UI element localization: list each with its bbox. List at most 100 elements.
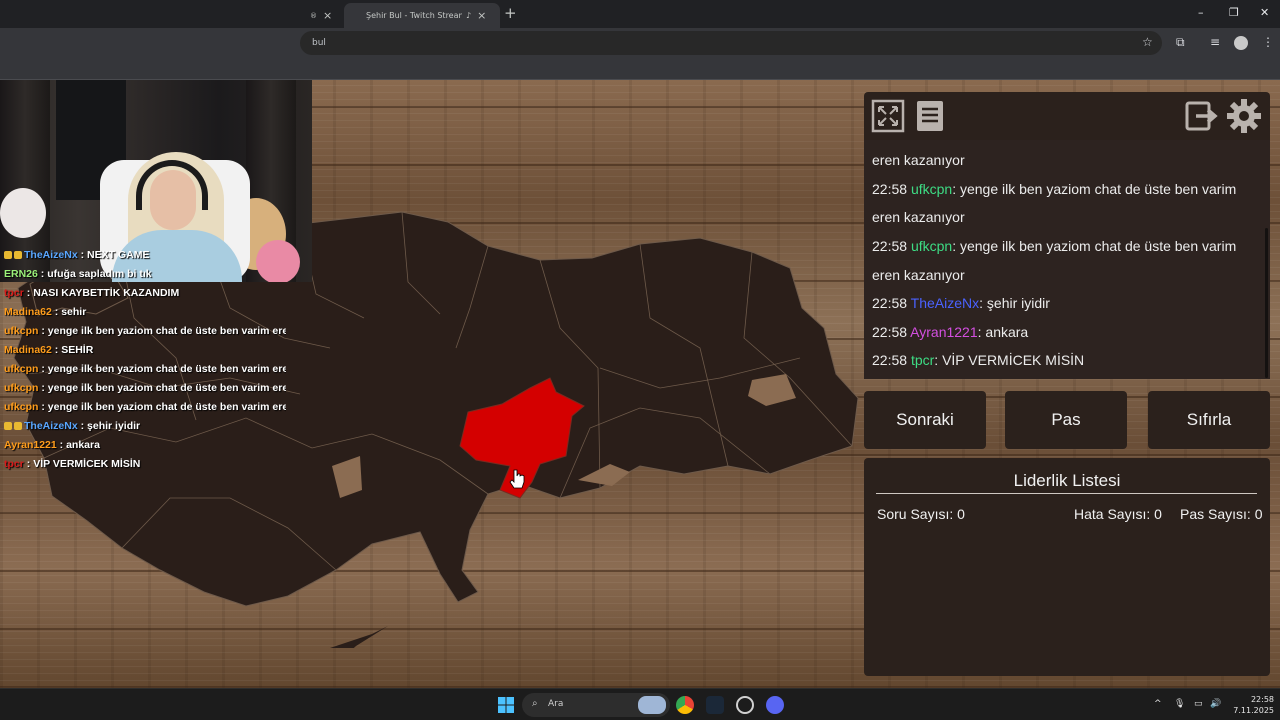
plush-bunny [0, 188, 46, 238]
chat-message-list: eren kazanıyor 22:58 ufkcpn: yenge ilk be… [872, 146, 1252, 375]
chat-time: 22:58 [872, 238, 911, 255]
logout-icon[interactable] [1184, 98, 1220, 134]
chat-separator: : [952, 238, 960, 255]
overlay-chat-separator: : [51, 306, 62, 318]
overlay-chat-message: yenge ilk ben yaziom chat de üste ben va… [47, 363, 286, 375]
overlay-chat-line: ERN26 : ufuğa sapladım bi tık [4, 265, 286, 284]
game-chat-panel: eren kazanıyor 22:58 ufkcpn: yenge ilk be… [864, 92, 1270, 379]
tab-previous[interactable]: ® × [308, 3, 338, 28]
badge-icon [4, 422, 12, 431]
overlay-chat-user: ufkcpn [4, 363, 39, 375]
chat-scrollbar[interactable] [1265, 228, 1268, 378]
search-placeholder: Ara [548, 699, 564, 709]
overlay-chat-separator: : [77, 420, 88, 432]
overlay-chat-line: tpcr : VİP VERMİCEK MİSİN [4, 455, 286, 474]
browser-toolbar: bul ☆ ⧉ ≡ ⋮ [0, 28, 1280, 58]
new-tab-button[interactable]: + [504, 4, 517, 22]
overlay-chat-separator: : [38, 382, 48, 394]
chat-user: Ayran1221 [910, 323, 978, 340]
tab-close-icon[interactable]: × [477, 9, 486, 22]
overlay-chat-separator: : [38, 325, 48, 337]
leaderboard-divider [876, 493, 1257, 494]
restore-button[interactable]: ❐ [1229, 6, 1239, 19]
chat-time: 22:58 [872, 180, 911, 197]
chrome-icon[interactable] [676, 696, 694, 714]
chat-user: ufkcpn [910, 238, 953, 255]
taskbar-clock[interactable]: 22:58 7.11.2025 [1226, 694, 1274, 716]
audio-icon[interactable]: ♪ [466, 11, 471, 20]
reset-button[interactable]: Sıfırla [1148, 391, 1270, 449]
overlay-chat-user: tpcr [4, 458, 24, 470]
question-count: Soru Sayısı: 0 [877, 506, 965, 522]
tray-overflow-icon[interactable]: ^ [1154, 699, 1162, 709]
microphone-icon[interactable]: 🎙 [1174, 699, 1185, 709]
clock-time: 22:58 [1250, 695, 1274, 704]
settings-icon[interactable] [1226, 98, 1262, 134]
overlay-chat-separator: : [77, 249, 88, 261]
tab-title: Şehir Bul - Twitch Stream Ga [366, 11, 462, 20]
badge-icon [4, 251, 12, 260]
overlay-chat-separator: : [37, 268, 48, 280]
minimize-button[interactable]: – [1198, 6, 1204, 19]
overlay-chat-line: TheAizeNx : şehir iyidir [4, 417, 286, 436]
game-chat[interactable]: eren kazanıyor 22:58 ufkcpn: yenge ilk be… [864, 140, 1270, 379]
overlay-chat-user: ufkcpn [4, 382, 39, 394]
overlay-chat-separator: : [56, 439, 67, 451]
chat-separator: : [952, 180, 960, 197]
close-window-button[interactable]: ✕ [1260, 6, 1269, 19]
overlay-chat-user: ERN26 [4, 268, 38, 280]
tab-close-icon[interactable]: × [323, 9, 332, 22]
taskbar-search[interactable]: ⌕ Ara [522, 693, 670, 717]
discord-icon[interactable] [766, 696, 784, 714]
media-control-icon[interactable]: ≡ [1210, 35, 1220, 49]
next-button[interactable]: Sonraki [864, 391, 986, 449]
windows-taskbar: ⌕ Ara ^ 🎙 ▭ 🔊 22:58 7.11.2025 [0, 688, 1280, 720]
overlay-chat-message: yenge ilk ben yaziom chat de üste ben va… [47, 382, 286, 394]
search-highlight-icon [638, 696, 666, 714]
cyprus-island [330, 626, 388, 648]
overlay-chat-line: Ayran1221 : ankara [4, 436, 286, 455]
overlay-chat-message: NEXT GAME [87, 249, 150, 261]
network-icon[interactable]: ▭ [1194, 699, 1203, 709]
pass-button[interactable]: Pas [1005, 391, 1127, 449]
overlay-chat-line: TheAizeNx : NEXT GAME [4, 246, 286, 265]
error-count: Hata Sayısı: 0 [1074, 506, 1162, 522]
chat-message: 22:58 Ayran1221: ankara [872, 318, 1252, 347]
overlay-chat-message: şehir iyidir [87, 420, 141, 432]
overlay-chat-user: TheAizeNx [24, 249, 78, 261]
overlay-chat-line: Madina62 : sehir [4, 303, 286, 322]
menu-kebab-icon[interactable]: ⋮ [1262, 35, 1274, 49]
app-icon[interactable] [736, 696, 754, 714]
address-bar[interactable]: bul [300, 31, 1162, 55]
bookmark-star-icon[interactable]: ☆ [1142, 35, 1153, 49]
badge-icon [14, 422, 22, 431]
overlay-chat-message: yenge ilk ben yaziom chat de üste ben va… [47, 401, 286, 413]
notes-icon[interactable] [912, 98, 948, 134]
windows-start-icon[interactable] [498, 697, 514, 713]
extensions-icon[interactable]: ⧉ [1176, 35, 1185, 50]
fullscreen-icon[interactable] [870, 98, 906, 134]
overlay-chat-line: ufkcpn : yenge ilk ben yaziom chat de üs… [4, 322, 286, 341]
overlay-chat-user: TheAizeNx [24, 420, 78, 432]
chat-user: TheAizeNx [910, 295, 980, 312]
chat-message: 22:58 ufkcpn: yenge ilk ben yaziom chat … [872, 175, 1252, 232]
chat-separator: : [934, 352, 943, 369]
overlay-chat-separator: : [38, 363, 48, 375]
overlay-chat-user: ufkcpn [4, 401, 39, 413]
action-buttons: Sonraki Pas Sıfırla [864, 391, 1280, 449]
chat-user: tpcr [910, 352, 935, 369]
volume-icon[interactable]: 🔊 [1210, 699, 1221, 709]
overlay-chat-user: Ayran1221 [4, 439, 57, 451]
tab-active[interactable]: Şehir Bul - Twitch Stream Ga ♪ × [344, 3, 500, 28]
chat-message-partial: eren kazanıyor [872, 152, 965, 169]
overlay-chat-line: ufkcpn : yenge ilk ben yaziom chat de üs… [4, 379, 286, 398]
profile-avatar[interactable] [1234, 36, 1248, 50]
browser-tabstrip: ® × Şehir Bul - Twitch Stream Ga ♪ × + –… [0, 0, 1280, 28]
game-page: TheAizeNx : NEXT GAME ERN26 : ufuğa sapla… [0, 80, 1280, 688]
overlay-chat-line: ufkcpn : yenge ilk ben yaziom chat de üs… [4, 360, 286, 379]
steam-icon[interactable] [706, 696, 724, 714]
overlay-chat-message: NASI KAYBETTİK KAZANDIM [33, 287, 180, 299]
chat-text: şehir iyidir [986, 295, 1050, 312]
chat-time: 22:58 [872, 323, 911, 340]
chat-message: 22:58 TheAizeNx: şehir iyidir [872, 289, 1252, 318]
